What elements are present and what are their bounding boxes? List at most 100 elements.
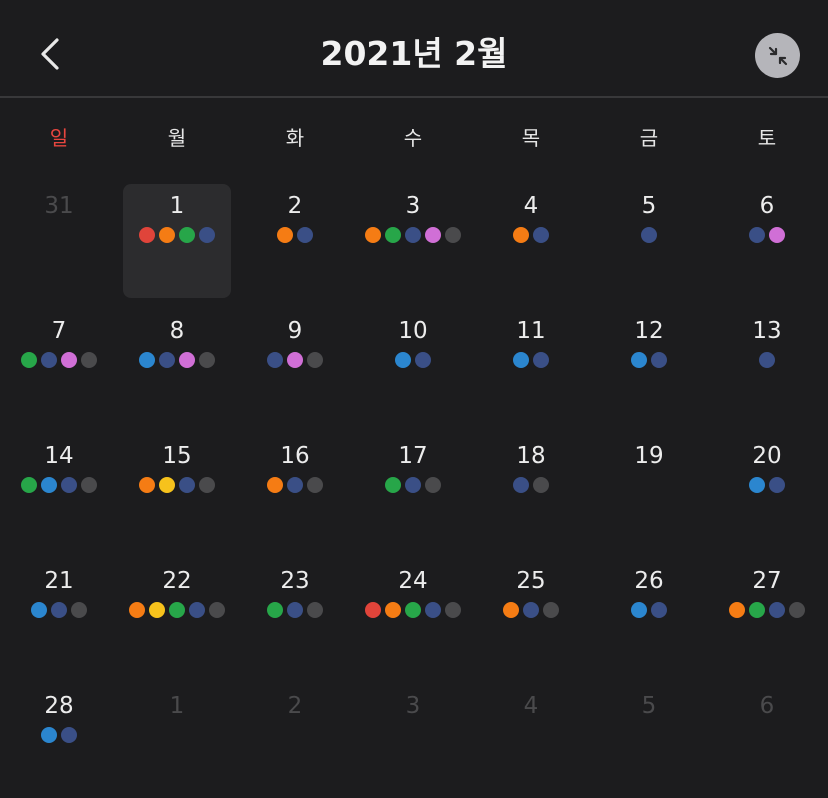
weekday-header-row: 일 월 화 수 목 금 토 (0, 118, 828, 158)
event-dots (359, 227, 467, 243)
event-dots (241, 727, 349, 743)
event-dot (287, 352, 303, 368)
event-dots (595, 602, 703, 618)
day-cell[interactable]: 6 (713, 684, 821, 798)
day-cell[interactable]: 28 (5, 684, 113, 798)
day-number: 2 (287, 193, 303, 219)
day-cell[interactable]: 9 (241, 309, 349, 423)
day-cell[interactable]: 5 (595, 684, 703, 798)
collapse-arrows-icon (768, 46, 787, 65)
day-cell[interactable]: 15 (123, 434, 231, 548)
event-dot (533, 477, 549, 493)
event-dot (199, 227, 215, 243)
day-cell[interactable]: 19 (595, 434, 703, 548)
day-number: 4 (523, 693, 539, 719)
day-cell[interactable]: 10 (359, 309, 467, 423)
event-dot (81, 352, 97, 368)
event-dots (241, 602, 349, 618)
event-dot (61, 727, 77, 743)
day-cell[interactable]: 2 (241, 184, 349, 298)
event-dot (425, 477, 441, 493)
event-dots (359, 352, 467, 368)
day-number: 1 (169, 693, 185, 719)
event-dot (159, 477, 175, 493)
event-dot (41, 477, 57, 493)
event-dots (5, 477, 113, 493)
event-dots (477, 477, 585, 493)
day-number: 14 (44, 443, 74, 469)
day-cell[interactable]: 3 (359, 184, 467, 298)
event-dots (713, 352, 821, 368)
day-cell[interactable]: 14 (5, 434, 113, 548)
day-cell[interactable]: 21 (5, 559, 113, 673)
day-cell[interactable]: 17 (359, 434, 467, 548)
event-dot (81, 477, 97, 493)
day-cell[interactable]: 18 (477, 434, 585, 548)
event-dot (641, 227, 657, 243)
event-dot (651, 352, 667, 368)
day-cell[interactable]: 4 (477, 684, 585, 798)
day-number: 3 (405, 193, 421, 219)
day-cell[interactable]: 27 (713, 559, 821, 673)
event-dot (503, 602, 519, 618)
day-number: 4 (523, 193, 539, 219)
day-number: 22 (162, 568, 192, 594)
collapse-button[interactable] (755, 33, 800, 78)
calendar-header: 2021년 2월 (0, 0, 828, 98)
day-cell[interactable]: 1 (123, 684, 231, 798)
event-dot (769, 602, 785, 618)
event-dot (769, 227, 785, 243)
event-dots (5, 602, 113, 618)
day-cell[interactable]: 7 (5, 309, 113, 423)
day-cell[interactable]: 11 (477, 309, 585, 423)
day-cell[interactable]: 16 (241, 434, 349, 548)
day-number: 12 (634, 318, 664, 344)
day-number: 3 (405, 693, 421, 719)
weekday-tue: 화 (285, 126, 305, 150)
event-dots (123, 477, 231, 493)
day-cell[interactable]: 24 (359, 559, 467, 673)
event-dot (139, 352, 155, 368)
day-cell[interactable]: 20 (713, 434, 821, 548)
event-dot (749, 227, 765, 243)
day-cell[interactable]: 6 (713, 184, 821, 298)
day-cell[interactable]: 5 (595, 184, 703, 298)
event-dot (365, 602, 381, 618)
day-number: 10 (398, 318, 428, 344)
day-cell[interactable]: 8 (123, 309, 231, 423)
day-number: 6 (759, 193, 775, 219)
event-dot (267, 477, 283, 493)
day-number: 18 (516, 443, 546, 469)
day-cell[interactable]: 1 (123, 184, 231, 298)
day-cell[interactable]: 22 (123, 559, 231, 673)
event-dot (513, 352, 529, 368)
event-dots (713, 602, 821, 618)
event-dot (415, 352, 431, 368)
event-dot (385, 477, 401, 493)
event-dots (477, 352, 585, 368)
event-dot (179, 227, 195, 243)
day-cell[interactable]: 2 (241, 684, 349, 798)
event-dot (425, 602, 441, 618)
day-cell[interactable]: 25 (477, 559, 585, 673)
day-number: 16 (280, 443, 310, 469)
event-dot (395, 352, 411, 368)
day-cell[interactable]: 31 (5, 184, 113, 298)
day-cell[interactable]: 13 (713, 309, 821, 423)
day-number: 1 (169, 193, 185, 219)
day-cell[interactable]: 26 (595, 559, 703, 673)
event-dot (51, 602, 67, 618)
day-number: 26 (634, 568, 664, 594)
day-cell[interactable]: 4 (477, 184, 585, 298)
event-dot (759, 352, 775, 368)
day-cell[interactable]: 23 (241, 559, 349, 673)
day-number: 8 (169, 318, 185, 344)
chevron-left-icon (41, 38, 59, 70)
day-cell[interactable]: 12 (595, 309, 703, 423)
back-button[interactable] (30, 30, 70, 78)
day-cell[interactable]: 3 (359, 684, 467, 798)
event-dot (307, 602, 323, 618)
event-dots (5, 227, 113, 243)
event-dot (209, 602, 225, 618)
event-dot (159, 352, 175, 368)
